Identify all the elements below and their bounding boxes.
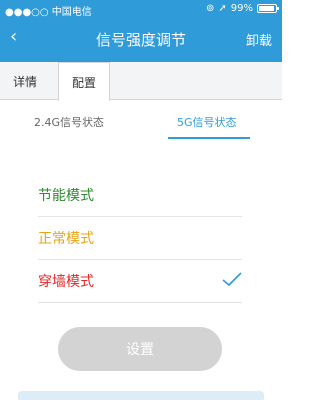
tab-bar: 详情 配置 bbox=[0, 62, 282, 101]
nav-bar: ‹ 信号强度调节 卸载 bbox=[0, 22, 282, 54]
mode-label: 穿墙模式 bbox=[38, 274, 94, 290]
mode-item-wall-penetration[interactable]: 穿墙模式 bbox=[38, 260, 242, 303]
active-subtab-underline bbox=[168, 137, 250, 139]
status-bar: ●●●○○ 中国电信 ⊚ ➚ 99% bbox=[0, 0, 282, 18]
battery-percent: 99% bbox=[230, 3, 253, 14]
alarm-icon: ⊚ bbox=[205, 3, 215, 14]
battery-icon bbox=[257, 4, 279, 13]
unload-button[interactable]: 卸载 bbox=[246, 30, 272, 49]
info-banner bbox=[18, 391, 264, 400]
signal-subtabs: 2.4G信号状态 5G信号状态 bbox=[0, 100, 282, 140]
app-header: ●●●○○ 中国电信 ⊚ ➚ 99% ‹ 信号强度调节 卸载 bbox=[0, 0, 282, 62]
mode-item-normal[interactable]: 正常模式 bbox=[38, 217, 242, 260]
carrier-label: ●●●○○ 中国电信 bbox=[5, 7, 92, 18]
set-button[interactable]: 设置 bbox=[58, 327, 222, 371]
mode-label: 节能模式 bbox=[38, 188, 94, 204]
mode-label: 正常模式 bbox=[38, 231, 94, 247]
mode-item-eco[interactable]: 节能模式 bbox=[38, 174, 242, 217]
subtab-5g-status[interactable]: 5G信号状态 bbox=[177, 114, 237, 130]
location-arrow-icon: ➚ bbox=[218, 3, 227, 14]
tab-config[interactable]: 配置 bbox=[58, 62, 110, 101]
mode-list: 节能模式 正常模式 穿墙模式 bbox=[38, 174, 242, 303]
status-icons: ⊚ ➚ 99% bbox=[205, 3, 279, 14]
subtab-2g4-status[interactable]: 2.4G信号状态 bbox=[34, 114, 104, 130]
tab-detail[interactable]: 详情 bbox=[0, 62, 50, 100]
checkmark-icon bbox=[222, 272, 242, 287]
page-title: 信号强度调节 bbox=[95, 31, 186, 49]
